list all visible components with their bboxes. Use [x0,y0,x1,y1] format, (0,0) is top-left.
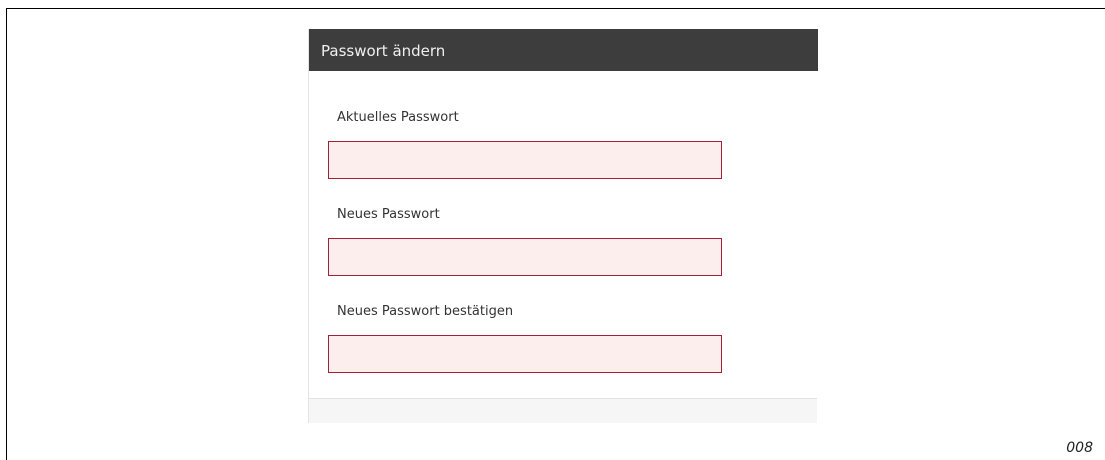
panel-title: Passwort ändern [321,42,446,60]
current-password-label: Aktuelles Passwort [337,110,459,125]
new-password-label: Neues Passwort [337,207,440,222]
panel-footer [309,398,817,423]
current-password-field[interactable] [328,141,722,179]
panel-header: Passwort ändern [309,29,818,71]
change-password-panel: Passwort ändern Aktuelles Passwort Neues… [308,29,818,423]
confirm-password-field[interactable] [328,335,722,373]
confirm-password-label: Neues Passwort bestätigen [337,304,514,319]
new-password-field[interactable] [328,238,722,276]
page-number: 008 [1066,440,1093,456]
